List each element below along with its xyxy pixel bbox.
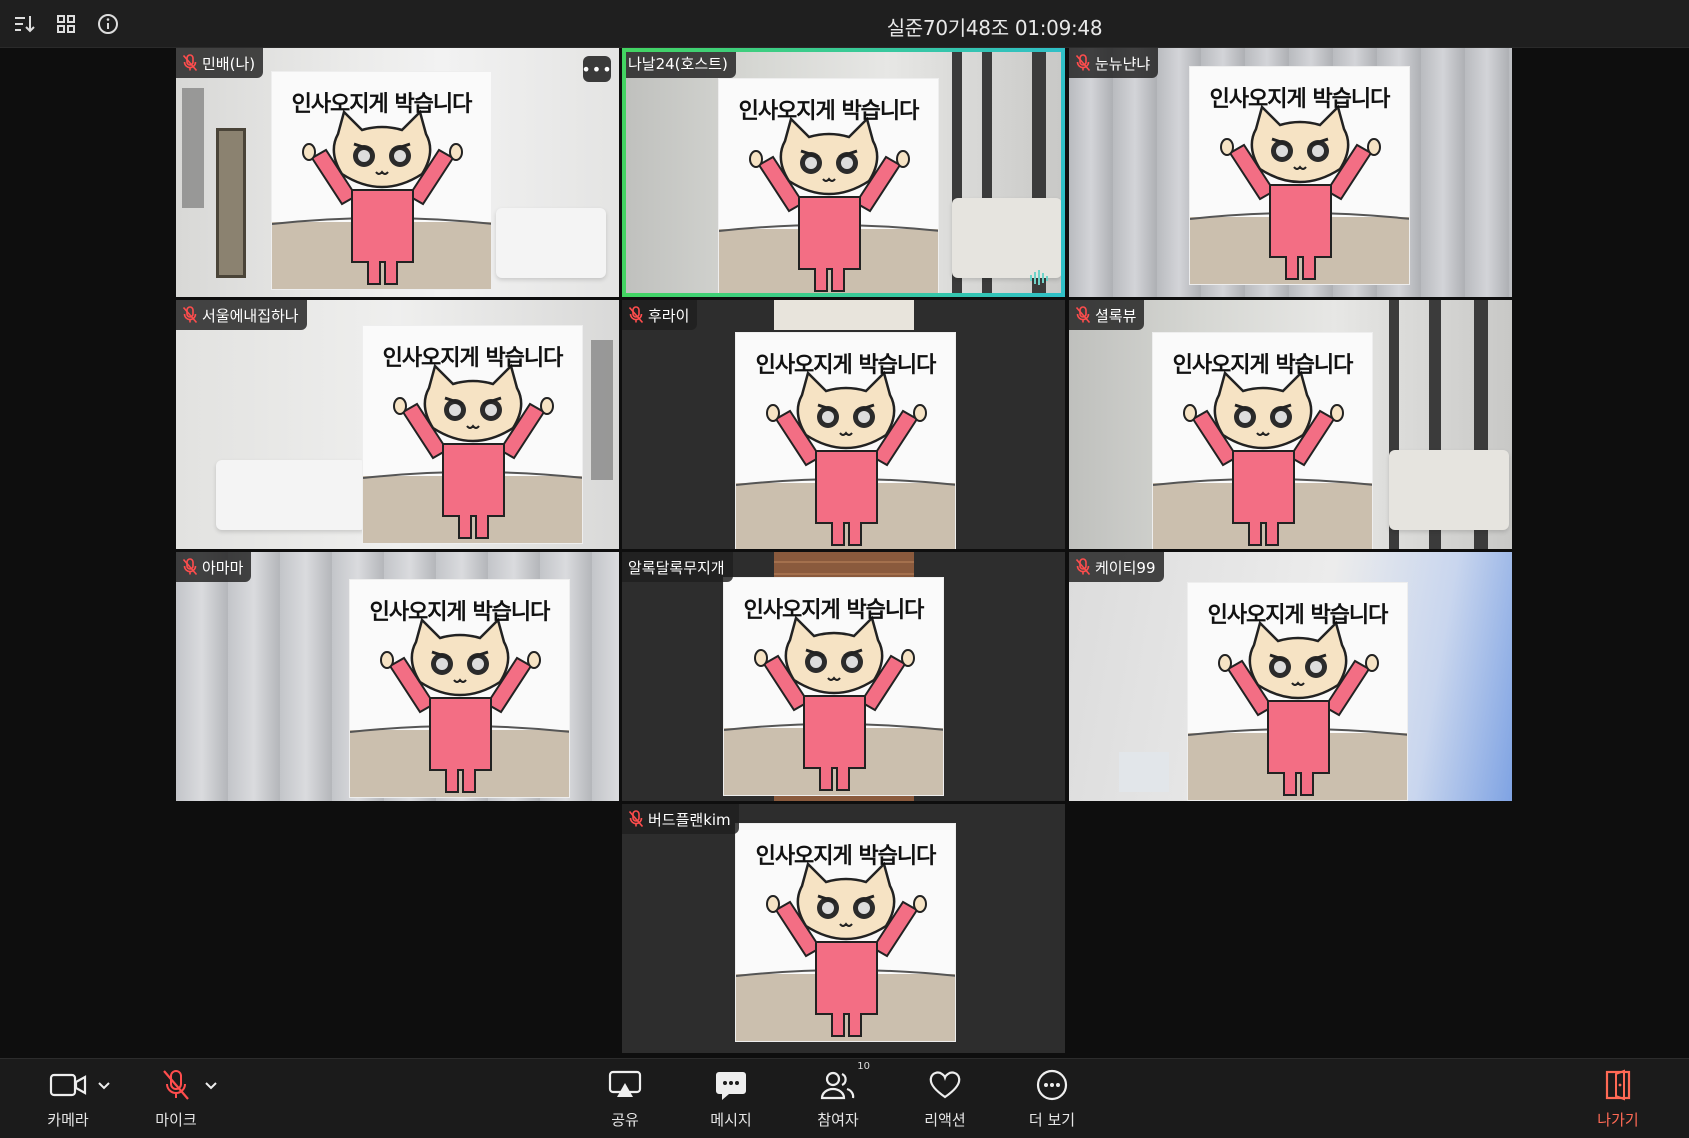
- sticker-image: 인사오지게 박습니다: [1152, 332, 1373, 549]
- participant-name: 나날24(호스트): [628, 54, 728, 73]
- video-tile[interactable]: 인사오지게 박습니다 민배(나) •••: [176, 48, 619, 297]
- top-bar: 실준70기48조 01:09:48: [0, 0, 1689, 48]
- camera-label: 카메라: [47, 1111, 89, 1129]
- video-tile[interactable]: 인사오지게 박습니다 셜록뷰: [1069, 300, 1512, 549]
- camera-icon: [49, 1073, 87, 1097]
- participant-name-badge: 서울에내집하나: [176, 300, 307, 330]
- video-tile[interactable]: 인사오지게 박습니다 알록달록무지개: [622, 552, 1065, 801]
- mic-muted-icon: [163, 1070, 189, 1100]
- leave-label: 나가기: [1597, 1111, 1639, 1129]
- sticker-image: 인사오지게 박습니다: [349, 579, 570, 798]
- sticker-caption: 인사오지게 박습니다: [755, 844, 937, 869]
- participant-name: 서울에내집하나: [202, 306, 299, 325]
- participant-name-badge: 버드플랜kim: [622, 804, 739, 834]
- reaction-label: 리액션: [924, 1111, 966, 1129]
- sticker-caption: 인사오지게 박습니다: [755, 353, 937, 378]
- sticker-image: 인사오지게 박습니다: [723, 577, 944, 796]
- share-label: 공유: [611, 1111, 639, 1129]
- participant-name-badge: 민배(나): [176, 48, 264, 78]
- sticker-image: 인사오지게 박습니다: [718, 78, 939, 297]
- more-button[interactable]: 더 보기: [1012, 1065, 1092, 1135]
- sticker-image: 인사오지게 박습니다: [1187, 582, 1408, 801]
- participant-name-badge: 나날24(호스트): [622, 48, 736, 78]
- leave-button[interactable]: 나가기: [1578, 1065, 1658, 1135]
- participants-count-badge: 10: [857, 1061, 870, 1072]
- chat-icon: [716, 1072, 746, 1100]
- sticker-image: 인사오지게 박습니다: [362, 325, 583, 544]
- more-label: 더 보기: [1028, 1111, 1076, 1129]
- sticker-image: 인사오지게 박습니다: [735, 823, 956, 1042]
- video-tile[interactable]: 인사오지게 박습니다 케이티99: [1069, 552, 1512, 801]
- people-icon: [820, 1071, 855, 1100]
- video-tile[interactable]: 인사오지게 박습니다 서울에내집하나: [176, 300, 619, 549]
- participant-name: 셜록뷰: [1095, 306, 1137, 325]
- participant-name: 알록달록무지개: [628, 558, 725, 577]
- participant-name-badge: 케이티99: [1069, 552, 1164, 582]
- leave-door-icon: [1605, 1069, 1631, 1101]
- participant-name: 케이티99: [1095, 558, 1156, 577]
- video-tile[interactable]: 인사오지게 박습니다 아마마: [176, 552, 619, 801]
- participant-name-badge: 알록달록무지개: [622, 552, 733, 582]
- mic-muted-icon: [182, 558, 198, 576]
- participant-name-badge: 눈뉴냔냐: [1069, 48, 1159, 78]
- mic-muted-icon: [1075, 558, 1091, 576]
- participant-name-badge: 셜록뷰: [1069, 300, 1145, 330]
- chevron-down-icon[interactable]: [203, 1077, 219, 1093]
- mic-muted-icon: [182, 54, 198, 72]
- heart-icon: [929, 1071, 961, 1099]
- mic-muted-icon: [628, 306, 644, 324]
- sticker-caption: 인사오지게 박습니다: [743, 598, 925, 623]
- sticker-image: 인사오지게 박습니다: [1189, 66, 1410, 285]
- sticker-caption: 인사오지게 박습니다: [738, 99, 920, 124]
- sticker-caption: 인사오지게 박습니다: [1172, 353, 1354, 378]
- share-screen-icon: [608, 1070, 642, 1097]
- sticker-image: 인사오지게 박습니다: [271, 71, 492, 290]
- mic-label: 마이크: [155, 1111, 197, 1129]
- mic-muted-icon: [628, 810, 644, 828]
- participants-button[interactable]: 10 참여자: [798, 1061, 878, 1135]
- participant-name: 민배(나): [202, 54, 256, 73]
- sticker-caption: 인사오지게 박습니다: [1209, 87, 1391, 112]
- more-icon: [1036, 1069, 1068, 1101]
- video-tile[interactable]: 인사오지게 박습니다 후라이: [622, 300, 1065, 549]
- message-button[interactable]: 메시지: [691, 1065, 771, 1135]
- participant-name: 버드플랜kim: [648, 810, 731, 829]
- mic-muted-icon: [1075, 306, 1091, 324]
- participants-label: 참여자: [817, 1111, 859, 1129]
- chevron-down-icon[interactable]: [96, 1077, 112, 1093]
- meeting-title: 실준70기48조 01:09:48: [886, 16, 1103, 40]
- participant-name: 아마마: [202, 558, 244, 577]
- sticker-caption: 인사오지게 박습니다: [291, 92, 473, 117]
- camera-button[interactable]: 카메라: [28, 1065, 108, 1135]
- mic-muted-icon: [182, 306, 198, 324]
- participant-name-badge: 후라이: [622, 300, 698, 330]
- video-tile[interactable]: 인사오지게 박습니다 나날24(호스트): [622, 48, 1065, 297]
- bottom-toolbar: 카메라 마이크 공유 메시지 10 참여자 리액션 더 보기 나가기: [0, 1058, 1689, 1138]
- message-label: 메시지: [710, 1111, 752, 1129]
- participant-name: 후라이: [648, 306, 690, 325]
- mic-button[interactable]: 마이크: [136, 1065, 216, 1135]
- reaction-button[interactable]: 리액션: [905, 1065, 985, 1135]
- sticker-caption: 인사오지게 박습니다: [369, 600, 551, 625]
- mic-muted-icon: [1075, 54, 1091, 72]
- sticker-caption: 인사오지게 박습니다: [1207, 603, 1389, 628]
- share-button[interactable]: 공유: [585, 1065, 665, 1135]
- participant-name: 눈뉴냔냐: [1095, 54, 1151, 73]
- audio-level-icon: [1030, 270, 1048, 285]
- sticker-caption: 인사오지게 박습니다: [382, 346, 564, 371]
- video-tile[interactable]: 인사오지게 박습니다 버드플랜kim: [622, 804, 1065, 1053]
- more-options-button[interactable]: •••: [581, 56, 612, 82]
- participant-name-badge: 아마마: [176, 552, 252, 582]
- sticker-image: 인사오지게 박습니다: [735, 332, 956, 549]
- video-tile[interactable]: 인사오지게 박습니다 눈뉴냔냐: [1069, 48, 1512, 297]
